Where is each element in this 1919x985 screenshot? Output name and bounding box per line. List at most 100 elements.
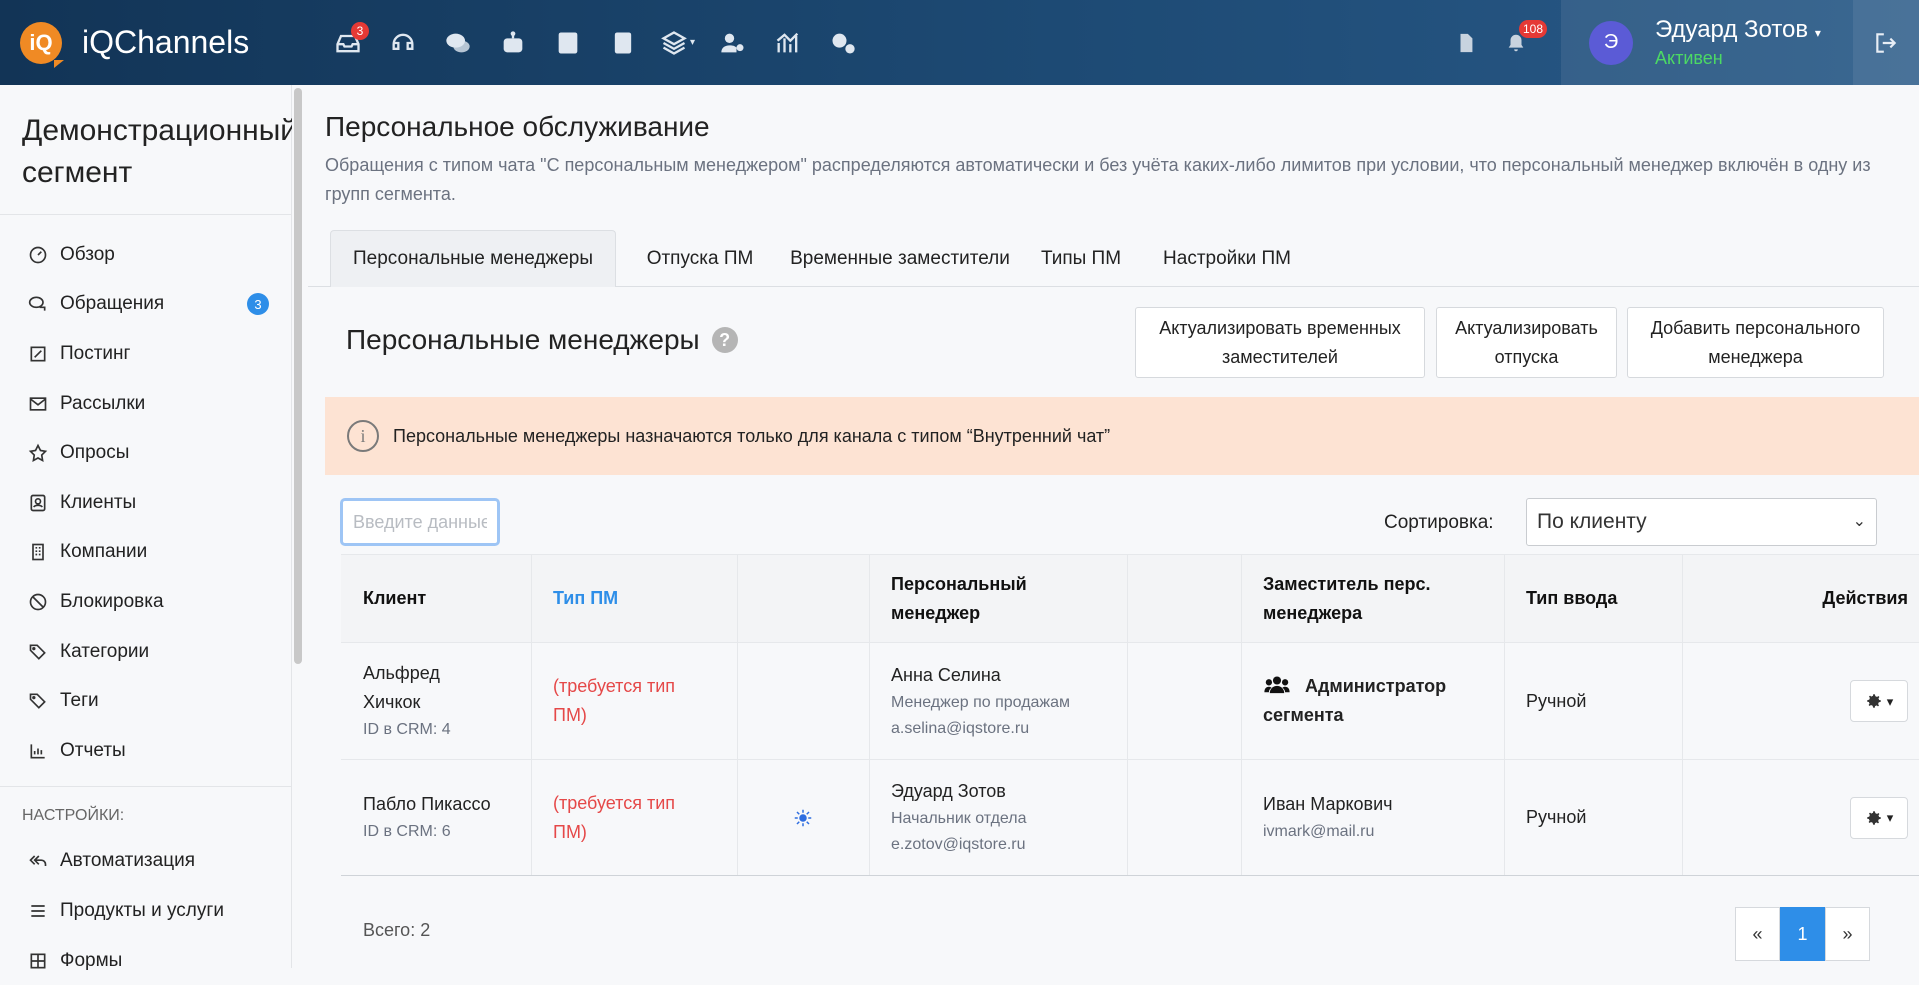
gear-icon (1866, 810, 1881, 825)
user-name: Эдуард Зотов ▾ (1655, 16, 1821, 43)
user-cog-icon[interactable] (705, 18, 760, 68)
top-right-area: 108 Э Эдуард Зотов ▾ Активен (1441, 0, 1919, 85)
deputy-group: Администратор сегмента (1263, 672, 1493, 730)
tag-icon (29, 693, 46, 709)
sidebar-item-blocking[interactable]: Блокировка (0, 577, 291, 627)
tab-pm-settings[interactable]: Настройки ПМ (1144, 230, 1310, 287)
add-manager-button[interactable]: Добавить персонального менеджера (1627, 307, 1884, 378)
deputy-email: ivmark@mail.ru (1263, 823, 1375, 840)
sidebar-item-overview[interactable]: Обзор (0, 230, 291, 280)
sidebar-item-label: Обращения (60, 293, 165, 315)
deputy-cell: Администратор сегмента (1263, 643, 1493, 759)
client-cell: Пабло Пикассо ID в CRM: 6 (363, 760, 523, 875)
actions-cell: ▾ (1682, 643, 1908, 759)
inbox-icon[interactable]: 3 (320, 18, 375, 68)
robot-icon[interactable] (485, 18, 540, 68)
refresh-deputies-button[interactable]: Актуализировать временных заместителей (1135, 307, 1425, 378)
sidebar-item-companies[interactable]: Компании (0, 528, 291, 578)
user-menu[interactable]: Э Эдуард Зотов ▾ Активен (1561, 0, 1853, 85)
sidebar-item-tags[interactable]: Теги (0, 676, 291, 726)
chevron-down-icon: ▾ (1886, 693, 1894, 709)
help-icon[interactable]: ? (711, 327, 738, 353)
settings-section-title: НАСТРОЙКИ: (22, 806, 125, 824)
logo[interactable]: iQ iQChannels (20, 21, 270, 68)
header-pm-type[interactable]: Тип ПМ (553, 555, 723, 642)
pagination-next[interactable]: » (1825, 907, 1870, 961)
total-count: Всего: 2 (363, 920, 431, 940)
search-input[interactable] (340, 498, 500, 546)
sidebar-item-automation[interactable]: Автоматизация (0, 837, 291, 887)
users-icon (1264, 676, 1290, 694)
table-header: Клиент Тип ПМ Персональный менеджер Заме… (341, 554, 1919, 642)
sidebar-item-surveys[interactable]: Опросы (0, 428, 291, 478)
avatar: Э (1589, 20, 1633, 65)
sidebar-item-label: Клиенты (60, 491, 137, 513)
sidebar-item-label: Рассылки (60, 392, 146, 414)
client-name[interactable]: Пабло Пикассо (363, 790, 523, 819)
header-deputy[interactable]: Заместитель перс. менеджера (1263, 555, 1483, 642)
header-client[interactable]: Клиент (363, 555, 523, 642)
table-row: Альфред Хичкок ID в CRM: 4 (требуется ти… (341, 642, 1919, 759)
refresh-vacations-button[interactable]: Актуализировать отпуска (1436, 307, 1617, 378)
deputy-cell: Иван Маркович ivmark@mail.ru (1263, 760, 1493, 875)
chevron-down-icon: ▾ (689, 37, 696, 48)
sidebar-item-requests[interactable]: Обращения 3 (0, 280, 291, 330)
sidebar-item-mailings[interactable]: Рассылки (0, 379, 291, 429)
sidebar-item-label: Блокировка (60, 590, 164, 612)
tab-pm-vacations[interactable]: Отпуска ПМ (624, 230, 776, 287)
headset-icon[interactable] (375, 18, 430, 68)
sun-icon[interactable] (794, 809, 812, 827)
chat-icon (28, 296, 46, 312)
row-actions-button[interactable]: ▾ (1850, 680, 1908, 722)
manager-role: Менеджер по продажам (891, 693, 1071, 711)
star-icon (28, 443, 48, 463)
sidebar-scrollbar[interactable] (294, 88, 302, 664)
header-manager[interactable]: Персональный менеджер (891, 555, 1091, 642)
deputy-name: Иван Маркович (1263, 794, 1393, 814)
input-type-cell: Ручной (1526, 690, 1587, 711)
pm-type-cell[interactable]: (требуется тип ПМ) (553, 643, 703, 759)
manager-cell: Анна Селина Менеджер по продажам a.selin… (891, 643, 1121, 759)
sidebar-item-clients[interactable]: Клиенты (0, 478, 291, 528)
sort-select[interactable]: По клиенту ⌄ (1526, 498, 1877, 546)
row-actions-button[interactable]: ▾ (1850, 796, 1908, 839)
notifications-badge: 108 (1518, 19, 1547, 38)
chevron-down-icon: ▾ (1886, 810, 1894, 825)
sidebar-item-label: Компании (60, 541, 148, 563)
sidebar-item-label: Автоматизация (60, 850, 195, 872)
layers-icon[interactable]: ▾ (650, 18, 705, 68)
managers-card: Персональные менеджеры ? Актуализировать… (308, 287, 1919, 968)
tab-pm-types[interactable]: Типы ПМ (1024, 230, 1138, 287)
sidebar-item-label: Теги (60, 690, 99, 712)
top-nav: 3 ▾ (320, 18, 870, 68)
logout-button[interactable] (1853, 0, 1919, 85)
tab-temp-deputies[interactable]: Временные заместители (782, 230, 1018, 287)
page-title: Персональное обслуживание (325, 111, 710, 142)
sidebar-item-products[interactable]: Продукты и услуги (0, 886, 291, 936)
reply-all-icon (29, 855, 47, 867)
client-name[interactable]: Альфред Хичкок (363, 659, 473, 717)
contact-card-icon[interactable] (540, 18, 595, 68)
pagination-prev[interactable]: « (1735, 907, 1780, 961)
sidebar-item-categories[interactable]: Категории (0, 627, 291, 677)
book-icon[interactable] (595, 18, 650, 68)
sidebar-item-reports[interactable]: Отчеты (0, 726, 291, 776)
chat-icon[interactable] (430, 18, 485, 68)
settings-icon[interactable] (815, 18, 870, 68)
table-row: Пабло Пикассо ID в CRM: 6 (требуется тип… (341, 759, 1919, 876)
page-description: Обращения с типом чата "С персональным м… (325, 155, 1871, 204)
sidebar-item-forms[interactable]: Формы (0, 936, 291, 985)
analytics-icon[interactable] (760, 18, 815, 68)
tabs: Персональные менеджеры Отпуска ПМ Времен… (308, 230, 1919, 287)
header-input-type[interactable]: Тип ввода (1526, 555, 1676, 642)
pm-type-cell[interactable]: (требуется тип ПМ) (553, 760, 703, 875)
sort-label: Сортировка: (1384, 512, 1494, 533)
client-crm-id: ID в CRM: 6 (363, 823, 451, 840)
mail-icon (29, 396, 47, 411)
bell-icon[interactable]: 108 (1491, 18, 1547, 68)
pagination-page-1[interactable]: 1 (1780, 907, 1825, 961)
tab-personal-managers[interactable]: Персональные менеджеры (330, 230, 616, 287)
document-icon[interactable] (1441, 18, 1491, 68)
logo-mark: iQ (20, 21, 64, 68)
sidebar-item-posting[interactable]: Постинг (0, 329, 291, 379)
